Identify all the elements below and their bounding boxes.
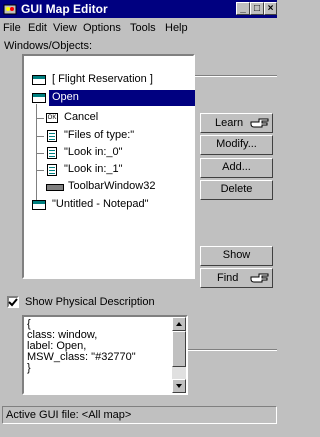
window-icon	[32, 200, 46, 210]
description-divider	[188, 349, 277, 351]
vertical-scrollbar[interactable]	[172, 317, 186, 393]
list-icon	[47, 164, 57, 176]
tree-item-label: "Look in:_0"	[64, 146, 123, 158]
tree-branch	[36, 136, 44, 137]
status-text: Active GUI file: <All map>	[6, 409, 132, 421]
pointing-hand-icon	[250, 273, 269, 283]
window-title: GUI Map Editor	[21, 2, 108, 16]
group-divider	[195, 75, 277, 77]
scroll-thumb[interactable]	[172, 331, 186, 367]
show-physical-description-label: Show Physical Description	[25, 296, 155, 308]
pointing-hand-icon	[250, 118, 269, 128]
find-button[interactable]: Find	[200, 268, 273, 288]
find-button-label: Find	[217, 272, 239, 284]
tree-label: Windows/Objects:	[4, 40, 93, 52]
learn-button-label: Learn	[215, 117, 244, 129]
tree-item-label: Cancel	[64, 111, 99, 123]
show-button-label: Show	[222, 249, 251, 261]
description-line: }	[27, 362, 31, 374]
tree-item-label: "Files of type:"	[64, 129, 135, 141]
menu-view[interactable]: View	[53, 22, 77, 34]
menu-help[interactable]: Help	[165, 22, 188, 34]
tree-item-label: "Untitled - Notepad"	[52, 198, 149, 210]
title-bar[interactable]: GUI Map Editor _ □ ×	[0, 0, 277, 18]
tree-branch	[36, 118, 44, 119]
delete-button[interactable]: Delete	[200, 180, 273, 200]
scroll-up-icon[interactable]	[172, 317, 186, 331]
show-button[interactable]: Show	[200, 246, 273, 266]
learn-button[interactable]: Learn	[200, 113, 273, 133]
menu-options[interactable]: Options	[83, 22, 121, 34]
add-button-label: Add...	[222, 161, 251, 173]
maximize-icon[interactable]: □	[250, 2, 264, 15]
menu-bar: File Edit View Options Tools Help	[0, 19, 277, 37]
scroll-down-icon[interactable]	[172, 379, 186, 393]
tree-item-label: [ Flight Reservation ]	[52, 73, 153, 85]
modify-button-label: Modify...	[216, 138, 257, 150]
add-button[interactable]: Add...	[200, 158, 273, 178]
tree-branch	[36, 153, 44, 154]
tree-branch	[36, 170, 44, 171]
gui-map-editor-icon	[3, 4, 17, 15]
window-icon	[32, 93, 46, 103]
list-icon	[47, 130, 57, 142]
status-bar: Active GUI file: <All map>	[2, 406, 277, 424]
close-icon[interactable]: ×	[264, 2, 277, 15]
window-icon	[32, 75, 46, 85]
objects-tree[interactable]: [ Flight Reservation ] Open OK Cancel "F…	[22, 54, 195, 279]
delete-button-label: Delete	[220, 183, 253, 195]
physical-description-box[interactable]: { class: window, label: Open, MSW_class:…	[22, 315, 188, 395]
modify-button[interactable]: Modify...	[200, 135, 273, 155]
push-button-icon: OK	[46, 113, 58, 123]
menu-edit[interactable]: Edit	[28, 22, 47, 34]
minimize-icon[interactable]: _	[236, 2, 250, 15]
tree-item-label: ToolbarWindow32	[68, 180, 156, 192]
description-line: MSW_class: "#32770"	[27, 351, 136, 363]
menu-tools[interactable]: Tools	[130, 22, 156, 34]
tree-item-label: "Look in:_1"	[64, 163, 123, 175]
tree-item-label: Open	[49, 90, 195, 106]
checkmark-icon	[8, 298, 18, 307]
toolbar-icon	[46, 184, 64, 191]
menu-file[interactable]: File	[3, 22, 21, 34]
list-icon	[47, 147, 57, 159]
show-physical-description-checkbox[interactable]	[7, 296, 19, 308]
